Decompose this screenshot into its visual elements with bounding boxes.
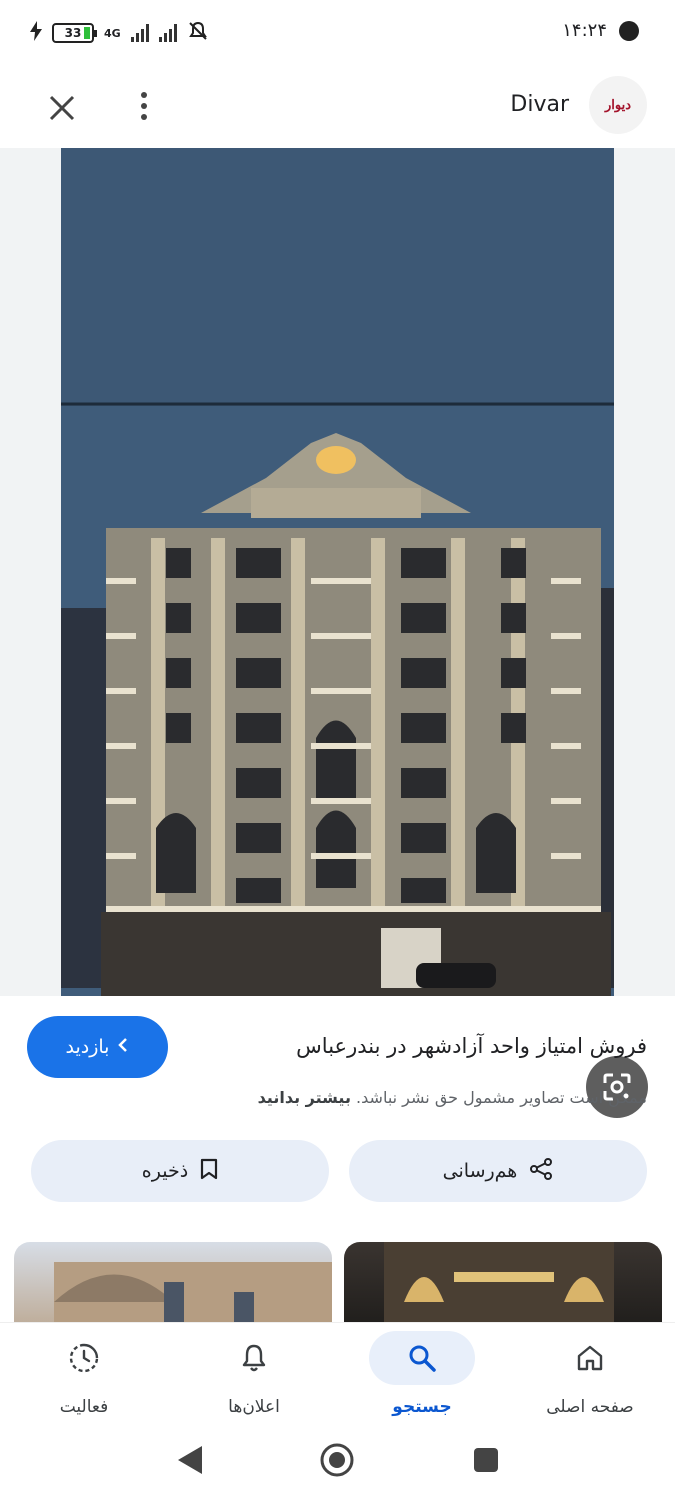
chevron-left-icon: [117, 1036, 129, 1058]
nav-search[interactable]: جستجو: [352, 1331, 492, 1427]
save-button[interactable]: ذخیره: [31, 1140, 329, 1202]
activity-icon: [31, 1331, 137, 1385]
more-options-button[interactable]: [128, 86, 160, 126]
signal-icon-2: [158, 24, 177, 42]
app-bar: Divar دیوار: [0, 68, 675, 148]
home-system-button[interactable]: [319, 1442, 355, 1482]
nav-activity[interactable]: فعالیت: [14, 1331, 154, 1427]
share-label: هم‌رسانی: [442, 1160, 518, 1182]
building-illustration: [61, 148, 614, 996]
status-time: ۱۴:۲۴: [562, 20, 607, 41]
building-photo[interactable]: [61, 148, 614, 996]
visit-button[interactable]: بازدید: [27, 1016, 168, 1078]
system-navigation-bar: [0, 1426, 675, 1500]
nav-home-label: صفحه اصلی: [546, 1397, 634, 1417]
save-label: ذخیره: [141, 1160, 189, 1182]
notification-dot-icon: [619, 20, 639, 41]
recents-square-icon: [474, 1448, 498, 1472]
home-circle-icon: [320, 1443, 354, 1477]
nav-home[interactable]: صفحه اصلی: [520, 1331, 660, 1427]
app-title: Divar: [510, 92, 569, 117]
signal-icon: [130, 24, 149, 42]
close-button[interactable]: [42, 88, 82, 128]
recents-button[interactable]: [473, 1447, 499, 1477]
copyright-notice: ممکن است تصاویر مشمول حق نشر نباشد. بیشت…: [258, 1088, 647, 1107]
charging-icon: [30, 21, 42, 45]
status-right: ۱۴:۲۴: [562, 20, 639, 41]
nav-search-label: جستجو: [392, 1397, 452, 1417]
close-icon: [49, 95, 75, 121]
share-button[interactable]: هم‌رسانی: [349, 1140, 647, 1202]
search-icon: [369, 1331, 475, 1385]
bottom-navigation: صفحه اصلی جستجو اعلان‌ها فعالیت: [0, 1322, 675, 1426]
title-row: بازدید فروش امتیاز واحد آزادشهر در بندرع…: [0, 1016, 675, 1080]
status-bar: 33 4G ۱۴:۲۴: [0, 0, 675, 68]
battery-icon: 33: [52, 23, 97, 43]
status-left: 33 4G: [30, 20, 209, 46]
nav-activity-label: فعالیت: [59, 1397, 109, 1417]
back-button[interactable]: [176, 1444, 204, 1480]
bookmark-icon: [200, 1158, 218, 1185]
share-icon: [529, 1157, 553, 1186]
nav-notifications[interactable]: اعلان‌ها: [184, 1331, 324, 1427]
network-type: 4G: [104, 26, 121, 40]
nav-notifications-label: اعلان‌ها: [228, 1397, 280, 1417]
copyright-text: ممکن است تصاویر مشمول حق نشر نباشد.: [356, 1088, 647, 1107]
divar-logo[interactable]: دیوار: [589, 76, 647, 134]
mute-icon: [187, 20, 209, 46]
bell-icon: [201, 1331, 307, 1385]
image-preview: [0, 148, 675, 1118]
back-triangle-icon: [178, 1446, 202, 1474]
battery-level: 33: [64, 26, 82, 40]
logo-text: دیوار: [604, 97, 631, 113]
visit-label: بازدید: [65, 1036, 110, 1058]
learn-more-link[interactable]: بیشتر بدانید: [258, 1088, 351, 1107]
result-title[interactable]: فروش امتیاز واحد آزادشهر در بندرعباس: [296, 1034, 647, 1058]
home-icon: [537, 1331, 643, 1385]
